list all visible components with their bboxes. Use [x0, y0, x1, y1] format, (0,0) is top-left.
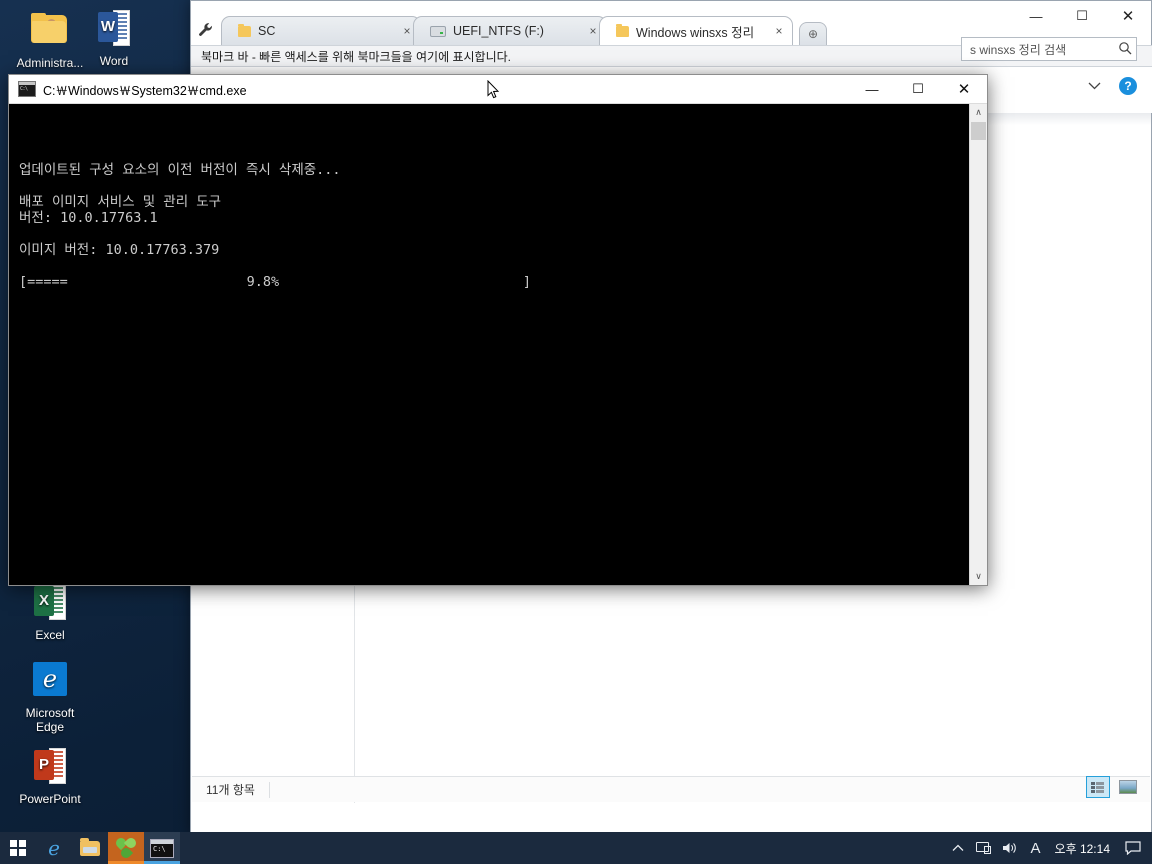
minimize-button[interactable]: —	[1013, 1, 1059, 31]
folder-icon	[238, 23, 251, 37]
search-input[interactable]: s winsxs 정리 검색	[961, 37, 1137, 61]
cmd-window-controls: — ☐ ✕	[849, 75, 987, 104]
console-icon: C:\	[18, 81, 36, 97]
desktop-icon-word[interactable]: W Word	[66, 4, 162, 68]
desktop-icon-excel[interactable]: X Excel	[2, 578, 98, 642]
explorer-window-controls: — ☐ ✕	[1013, 1, 1151, 31]
clover-icon	[113, 835, 139, 861]
scroll-down-icon[interactable]: ∨	[970, 568, 987, 585]
desktop-icon-label: Microsoft Edge	[25, 706, 75, 734]
scrollbar-thumb[interactable]	[971, 122, 986, 140]
desktop-icon-label: PowerPoint	[19, 792, 81, 806]
tab-close-icon[interactable]: ×	[772, 24, 786, 38]
status-item-count: 11개 항목	[206, 783, 255, 797]
explorer-tab-winsxs[interactable]: Windows winsxs 정리 ×	[599, 16, 793, 45]
status-separator	[268, 781, 270, 798]
drive-icon	[430, 25, 446, 37]
taskbar-item-clover[interactable]	[108, 832, 144, 864]
cmd-console-output[interactable]: 업데이트된 구성 요소의 이전 버전이 즉시 삭제중... 배포 이미지 서비스…	[9, 104, 987, 585]
explorer-tab-sc[interactable]: SC ×	[221, 16, 421, 45]
wrench-icon[interactable]	[191, 15, 221, 45]
chevron-up-icon[interactable]	[945, 832, 971, 864]
search-icon[interactable]	[1118, 41, 1132, 58]
network-icon[interactable]	[971, 832, 997, 864]
taskbar-item-cmd[interactable]: C:\	[144, 832, 180, 864]
chevron-down-icon[interactable]	[1088, 79, 1101, 93]
tab-label: SC	[258, 24, 276, 38]
maximize-button[interactable]: ☐	[1059, 1, 1105, 31]
bookmark-bar-text: 북마크 바 - 빠른 액세스를 위해 북마크들을 여기에 표시합니다.	[201, 49, 512, 64]
desktop-icon-label: Word	[99, 54, 129, 68]
explorer-tabstrip: SC × UEFI_NTFS (F:) × Windows winsxs 정리 …	[191, 15, 827, 45]
taskbar-item-edge[interactable]: e	[36, 832, 72, 864]
explorer-tab-uefi-ntfs[interactable]: UEFI_NTFS (F:) ×	[413, 16, 607, 45]
tab-close-icon[interactable]: ×	[586, 24, 600, 38]
start-button[interactable]	[0, 832, 36, 864]
volume-icon[interactable]	[997, 832, 1023, 864]
cmd-titlebar[interactable]: C:\ C:￦Windows￦System32￦cmd.exe — ☐ ✕	[9, 75, 987, 104]
cmd-title-text: C:￦Windows￦System32￦cmd.exe	[43, 83, 247, 98]
cmd-minimize-button[interactable]: —	[849, 75, 895, 104]
powerpoint-icon: P	[2, 742, 98, 788]
desktop-icon-edge[interactable]: e Microsoft Edge	[2, 656, 98, 734]
file-explorer-icon	[80, 837, 100, 856]
command-prompt-window: C:\ C:￦Windows￦System32￦cmd.exe — ☐ ✕ 업데…	[8, 74, 988, 586]
explorer-status-bar: 11개 항목	[192, 776, 1150, 802]
close-button[interactable]: ✕	[1105, 1, 1151, 31]
desktop-icon-powerpoint[interactable]: P PowerPoint	[2, 742, 98, 806]
action-center-icon[interactable]	[1120, 832, 1146, 864]
edge-icon: e	[2, 656, 98, 702]
help-button[interactable]: ?	[1119, 77, 1137, 95]
desktop-icon-label: Excel	[35, 628, 65, 642]
folder-icon	[616, 23, 629, 37]
edge-icon: e	[48, 836, 60, 860]
taskbar: e C:\ A 오후 12:14	[0, 832, 1152, 864]
cmd-maximize-button[interactable]: ☐	[895, 75, 941, 104]
large-icons-view-icon[interactable]	[1116, 776, 1140, 798]
tab-label: UEFI_NTFS (F:)	[453, 24, 544, 38]
tab-label: Windows winsxs 정리	[636, 25, 755, 40]
taskbar-item-file-explorer[interactable]	[72, 832, 108, 864]
scroll-up-icon[interactable]: ∧	[970, 104, 987, 121]
clock[interactable]: 오후 12:14	[1049, 840, 1120, 857]
cmd-icon: C:\	[150, 838, 174, 858]
search-input-value: s winsxs 정리 검색	[970, 42, 1067, 57]
ime-indicator[interactable]: A	[1023, 832, 1049, 864]
new-tab-button[interactable]: ⊕	[799, 22, 827, 45]
cmd-close-button[interactable]: ✕	[941, 75, 987, 104]
tab-close-icon[interactable]: ×	[400, 24, 414, 38]
word-icon: W	[66, 4, 162, 50]
cmd-scrollbar[interactable]: ∧ ∨	[969, 104, 987, 585]
windows-start-icon	[10, 840, 26, 856]
cmd-output-text: 업데이트된 구성 요소의 이전 버전이 즉시 삭제중... 배포 이미지 서비스…	[19, 162, 532, 290]
system-tray: A 오후 12:14	[945, 832, 1152, 864]
details-view-icon[interactable]	[1086, 776, 1110, 798]
view-buttons	[1086, 776, 1140, 798]
